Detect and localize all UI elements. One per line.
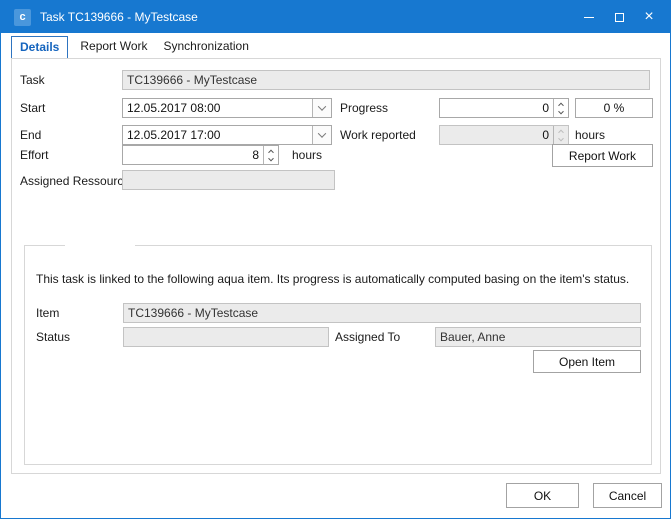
end-dropdown-button[interactable] — [312, 126, 331, 144]
task-dialog-window: c Task TC139666 - MyTestcase × Details R… — [0, 0, 671, 519]
effort-spinbox — [122, 145, 279, 165]
end-datetime-input[interactable] — [123, 126, 312, 144]
progress-spin-buttons — [553, 99, 568, 117]
close-button[interactable]: × — [634, 1, 664, 33]
cancel-button[interactable]: Cancel — [593, 483, 662, 508]
effort-spin-up[interactable] — [264, 146, 278, 155]
start-dropdown-button[interactable] — [312, 99, 331, 117]
start-datetime-combo — [122, 98, 332, 118]
assigned-to-label: Assigned To — [335, 327, 400, 347]
window-title: Task TC139666 - MyTestcase — [40, 10, 574, 24]
status-label: Status — [36, 327, 70, 347]
window-controls: × — [574, 1, 664, 33]
chevron-up-icon — [558, 102, 564, 108]
minimize-icon — [584, 17, 594, 18]
app-icon: c — [14, 9, 31, 26]
chevron-down-icon — [558, 135, 564, 141]
assigned-ressource-label: Assigned Ressource — [20, 171, 130, 191]
work-reported-spin-down — [554, 135, 568, 144]
chevron-down-icon — [558, 108, 564, 114]
effort-spin-down[interactable] — [264, 155, 278, 164]
work-reported-spin-buttons — [553, 126, 568, 144]
start-label: Start — [20, 98, 45, 118]
open-item-button[interactable]: Open Item — [533, 350, 641, 373]
tab-bar: Details Report Work Synchronization — [11, 36, 257, 59]
chevron-up-icon — [558, 129, 564, 135]
effort-unit-label: hours — [292, 145, 322, 165]
minimize-button[interactable] — [574, 1, 604, 33]
end-label: End — [20, 125, 41, 145]
end-datetime-combo — [122, 125, 332, 145]
progress-spinbox — [439, 98, 569, 118]
effort-input[interactable] — [123, 146, 263, 164]
progress-label: Progress — [340, 98, 388, 118]
effort-label: Effort — [20, 145, 48, 165]
effort-spin-buttons — [263, 146, 278, 164]
linked-item-description: This task is linked to the following aqu… — [36, 272, 641, 286]
report-work-button[interactable]: Report Work — [552, 144, 653, 167]
titlebar: c Task TC139666 - MyTestcase × — [1, 1, 670, 33]
chevron-down-icon — [318, 102, 326, 110]
tab-details[interactable]: Details — [11, 36, 68, 59]
item-label: Item — [36, 303, 59, 323]
task-field — [122, 70, 650, 90]
progress-input[interactable] — [440, 99, 553, 117]
close-icon: × — [644, 9, 653, 25]
start-datetime-input[interactable] — [123, 99, 312, 117]
tab-report-work[interactable]: Report Work — [72, 36, 155, 59]
details-tab-page: Task Start Progress 0 % End Work reporte… — [11, 58, 661, 474]
progress-spin-down[interactable] — [554, 108, 568, 117]
linked-item-groupbox: This task is linked to the following aqu… — [24, 245, 652, 465]
task-label: Task — [20, 70, 45, 90]
maximize-button[interactable] — [604, 1, 634, 33]
work-reported-input — [440, 126, 553, 144]
assigned-to-field — [435, 327, 641, 347]
chevron-down-icon — [268, 155, 274, 161]
assigned-ressource-field — [122, 170, 335, 190]
chevron-down-icon — [318, 129, 326, 137]
work-reported-unit-label: hours — [575, 125, 605, 145]
chevron-up-icon — [268, 149, 274, 155]
tab-synchronization[interactable]: Synchronization — [156, 36, 257, 59]
item-field — [123, 303, 641, 323]
maximize-icon — [615, 13, 624, 22]
work-reported-spinbox — [439, 125, 569, 145]
groupbox-caption-gap — [65, 245, 135, 246]
status-field — [123, 327, 329, 347]
work-reported-label: Work reported — [340, 125, 416, 145]
progress-spin-up[interactable] — [554, 99, 568, 108]
ok-button[interactable]: OK — [506, 483, 579, 508]
progress-percent-readout: 0 % — [575, 98, 653, 118]
work-reported-spin-up — [554, 126, 568, 135]
